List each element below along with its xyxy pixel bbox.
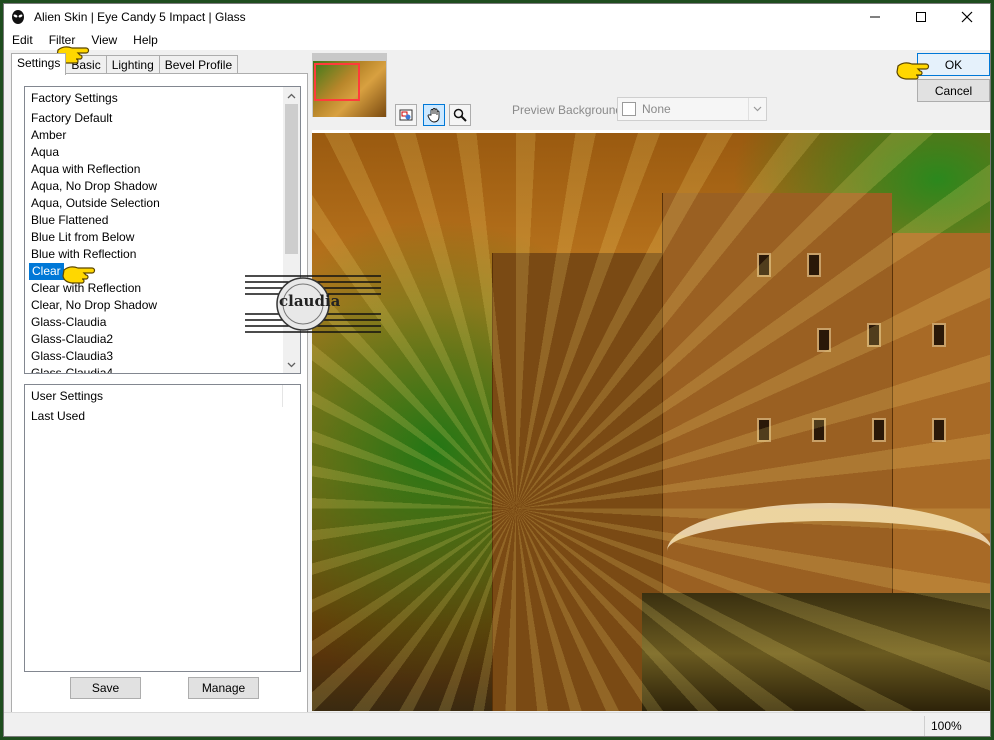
hand-tool-button[interactable] — [423, 104, 445, 126]
alien-skin-icon — [12, 10, 24, 24]
title-bar: Alien Skin | Eye Candy 5 Impact | Glass — [4, 4, 990, 30]
scroll-down-button[interactable] — [283, 356, 300, 373]
list-item[interactable]: Blue Lit from Below — [25, 229, 134, 246]
chevron-down-icon — [287, 362, 296, 367]
preview-glass-rays — [312, 133, 990, 711]
zoom-icon — [453, 108, 467, 122]
menu-bar: Edit Filter View Help — [4, 30, 990, 50]
hand-pan-icon — [427, 108, 440, 123]
user-settings-header: User Settings — [31, 389, 104, 403]
factory-settings-header: Factory Settings — [31, 91, 118, 105]
settings-tabs: Settings Basic Lighting Bevel Profile — [11, 53, 239, 75]
dropdown-arrow — [748, 98, 766, 120]
user-settings-items: User Settings Last Used — [25, 385, 283, 671]
minimize-button[interactable] — [852, 4, 898, 30]
manage-button[interactable]: Manage — [188, 677, 259, 699]
save-button[interactable]: Save — [70, 677, 141, 699]
pointing-hand-icon — [62, 266, 96, 284]
window-title: Alien Skin | Eye Candy 5 Impact | Glass — [34, 10, 246, 24]
maximize-icon — [916, 12, 926, 22]
menu-help[interactable]: Help — [125, 30, 166, 50]
tab-lighting[interactable]: Lighting — [105, 55, 160, 75]
menu-edit[interactable]: Edit — [4, 30, 41, 50]
list-item[interactable]: Factory Default — [25, 110, 112, 127]
list-item[interactable]: Amber — [25, 127, 66, 144]
list-item[interactable]: Clear, No Drop Shadow — [25, 297, 157, 314]
list-item[interactable]: Aqua — [25, 144, 59, 161]
list-item[interactable]: Glass-Claudia3 — [25, 348, 113, 365]
list-item[interactable]: Glass-Claudia2 — [25, 331, 113, 348]
navigator-thumbnail[interactable] — [312, 53, 387, 117]
scroll-thumb[interactable] — [285, 104, 298, 254]
list-item[interactable]: Glass-Claudia — [25, 314, 106, 331]
background-swatch — [622, 102, 636, 116]
preview-background-select[interactable]: None — [617, 97, 767, 121]
close-button[interactable] — [944, 4, 990, 30]
preview-background-value: None — [642, 102, 671, 116]
zoom-tool-button[interactable] — [449, 104, 471, 126]
list-item[interactable]: Glass-Claudia4 — [25, 365, 113, 373]
user-settings-list[interactable]: User Settings Last Used — [24, 384, 301, 672]
minimize-icon — [870, 16, 880, 18]
cancel-button[interactable]: Cancel — [917, 79, 990, 102]
list-divider — [282, 385, 283, 407]
window-controls — [852, 4, 990, 30]
list-item[interactable]: Aqua, No Drop Shadow — [25, 178, 157, 195]
scroll-up-button[interactable] — [283, 87, 300, 104]
list-item[interactable]: Aqua with Reflection — [25, 161, 140, 178]
zoom-level: 100% — [924, 716, 990, 736]
eye-candy-window: Alien Skin | Eye Candy 5 Impact | Glass … — [3, 3, 991, 737]
close-icon — [961, 11, 973, 23]
pointing-hand-icon — [896, 62, 930, 80]
list-item[interactable]: Blue Flattened — [25, 212, 108, 229]
preview-background-label: Preview Background: — [512, 103, 626, 117]
list-item-selected[interactable]: Clear — [29, 263, 64, 280]
navigator-icon — [399, 109, 413, 121]
list-item[interactable]: Last Used — [25, 408, 85, 425]
chevron-down-icon — [753, 106, 762, 112]
watermark: claudia — [245, 270, 381, 338]
tab-bevel-profile[interactable]: Bevel Profile — [158, 55, 239, 75]
chevron-up-icon — [287, 93, 296, 98]
settings-panel: Factory Settings Factory Default Amber A… — [11, 73, 308, 713]
navigator-tool-button[interactable] — [395, 104, 417, 126]
watermark-text: claudia — [279, 292, 341, 310]
list-item[interactable]: Aqua, Outside Selection — [25, 195, 160, 212]
list-item[interactable]: Blue with Reflection — [25, 246, 136, 263]
maximize-button[interactable] — [898, 4, 944, 30]
preview-canvas[interactable] — [312, 130, 990, 711]
thumbnail-viewport-marker[interactable] — [314, 63, 360, 101]
tab-settings[interactable]: Settings — [11, 53, 67, 75]
status-bar: 100% — [4, 712, 990, 736]
